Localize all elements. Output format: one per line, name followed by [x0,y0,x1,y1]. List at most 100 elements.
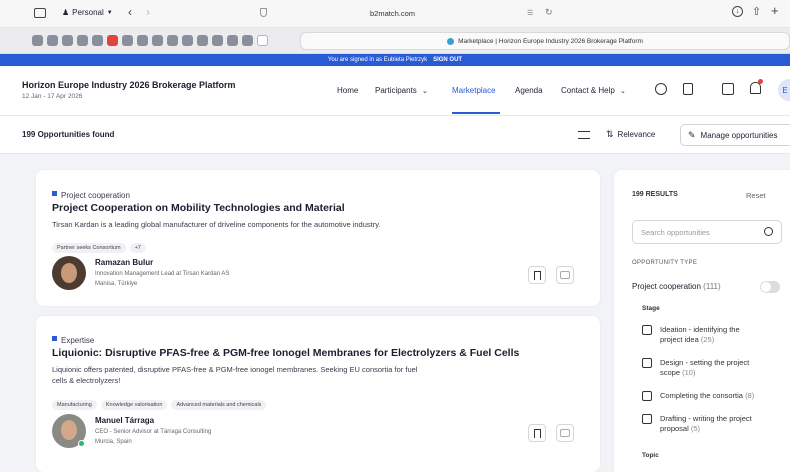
user-avatar[interactable]: E [778,79,790,101]
nav-active-underline [452,112,500,114]
opportunity-card[interactable]: Project cooperation Project Cooperation … [36,170,600,306]
search-placeholder: Search opportunities [641,228,710,237]
pinned-tab-icon[interactable] [32,35,43,46]
active-tab[interactable]: Marketplace | Horizon Europe Industry 20… [300,32,790,50]
manage-label: Manage opportunities [700,130,778,140]
pinned-tab-icon[interactable] [227,35,238,46]
stage-label-line1: Drafting - writing the project [660,414,752,423]
list-view-icon[interactable] [578,131,590,139]
nav-marketplace[interactable]: Marketplace [452,86,496,95]
translate-icon[interactable]: ☰ [527,9,533,17]
person-name[interactable]: Ramazan Bulur [95,258,153,267]
pinned-tab-icon[interactable] [167,35,178,46]
calendar-icon[interactable] [722,83,734,95]
topic-heading: Topic [642,452,659,459]
person-location: Murcia, Spain [95,439,132,445]
stage-option[interactable]: Completing the consortia (8) [642,391,787,401]
pinned-tab-icon[interactable] [242,35,253,46]
edit-icon: ✎ [688,129,696,140]
forward-icon[interactable]: › [146,5,150,19]
card-type-row: Expertise [52,330,94,348]
avatar-face [61,420,77,440]
reset-button[interactable]: Reset [746,191,766,200]
notification-badge [758,79,763,84]
bookmark-button[interactable] [528,266,546,284]
nav-contact-help-label: Contact & Help [561,86,615,95]
pinned-tab-icon[interactable] [47,35,58,46]
opportunity-card[interactable]: Expertise Liquionic: Disruptive PFAS-fre… [36,316,600,472]
manage-opportunities-button[interactable]: ✎ Manage opportunities [680,124,790,146]
chat-icon[interactable] [655,83,667,95]
sort-control[interactable]: ⇅ Relevance [606,129,655,140]
search-input[interactable]: Search opportunities [632,220,782,244]
card-description-line2: cells & electrolyzers! [52,376,121,385]
bookmark-icon [533,270,541,280]
tag-chip-more[interactable]: +7 [129,243,146,253]
stage-option[interactable]: Ideation - identifying the project idea (… [642,325,787,345]
opportunity-type-heading: OPPORTUNITY TYPE [632,260,698,266]
sidebar-toggle-icon[interactable] [34,8,46,18]
pinned-tab-icon[interactable] [257,35,268,46]
chevron-down-icon: ⌄ [620,88,626,95]
sign-out-link[interactable]: SIGN OUT [433,57,462,63]
profile-selector[interactable]: ♟ Personal ▼ [62,8,113,17]
tag-chip: Partner seeks Consortium [52,243,126,253]
back-icon[interactable]: ‹ [128,5,132,19]
nav-participants[interactable]: Participants ⌄ [375,86,428,95]
card-type: Expertise [61,336,95,345]
nav-home[interactable]: Home [337,86,358,95]
pinned-tab-icon[interactable] [152,35,163,46]
download-icon[interactable]: ↓ [732,6,743,17]
bookmark-button[interactable] [528,424,546,442]
type-marker [52,191,57,197]
event-title[interactable]: Horizon Europe Industry 2026 Brokerage P… [22,80,236,90]
pinned-tab-icon[interactable] [77,35,88,46]
avatar[interactable] [52,256,86,290]
share-icon[interactable]: ⇧ [752,5,761,18]
pinned-tab-icon[interactable] [122,35,133,46]
pinned-tab-icon[interactable] [92,35,103,46]
stage-checkbox[interactable] [642,358,652,368]
person-name[interactable]: Manuel Tárraga [95,416,154,425]
notes-icon[interactable] [683,83,693,95]
pinned-tab-icon[interactable] [62,35,73,46]
stage-checkbox[interactable] [642,414,652,424]
card-tags: Partner seeks Consortium +7 [52,236,150,254]
browser-toolbar: ♟ Personal ▼ ‹ › b2match.com ☰ ↻ ↓ ⇧ + [0,0,790,28]
stage-checkbox[interactable] [642,325,652,335]
nav-contact-help[interactable]: Contact & Help ⌄ [561,86,626,95]
type-marker [52,336,57,342]
stage-heading: Stage [642,305,660,312]
avatar-initial: E [782,85,788,95]
card-title[interactable]: Project Cooperation on Mobility Technolo… [52,202,345,214]
pinned-tab-icon[interactable] [212,35,223,46]
card-description-line1: Liquionic offers patented, disruptive PF… [52,365,418,374]
card-title[interactable]: Liquionic: Disruptive PFAS-free & PGM-fr… [52,347,519,359]
message-button[interactable] [556,266,574,284]
reload-icon[interactable]: ↻ [545,7,553,18]
stage-label-line1: Completing the consortia [660,391,743,400]
project-cooperation-toggle[interactable] [760,281,780,293]
nav-participants-label: Participants [375,86,417,95]
stage-option[interactable]: Design - setting the project scope (10) [642,358,787,378]
message-icon [560,271,570,279]
nav-agenda[interactable]: Agenda [515,86,543,95]
stage-option[interactable]: Drafting - writing the project proposal (… [642,414,787,434]
pinned-tab-icon[interactable] [107,35,118,46]
card-type-row: Project cooperation [52,185,130,203]
pinned-tab-icon[interactable] [137,35,148,46]
stage-checkbox[interactable] [642,391,652,401]
stage-label-line1: Ideation - identifying the [660,325,740,334]
pinned-tab-icon[interactable] [197,35,208,46]
project-cooperation-label: Project cooperation [632,282,701,291]
new-tab-icon[interactable]: + [771,3,779,18]
profile-icon: ♟ [62,8,70,17]
chevron-down-icon: ▼ [106,9,113,16]
shield-icon [260,8,267,17]
results-count: 199 Opportunities found [22,130,115,139]
profile-label: Personal [72,8,104,17]
message-button[interactable] [556,424,574,442]
address-bar[interactable]: b2match.com [370,9,415,18]
pinned-tab-icon[interactable] [182,35,193,46]
filter-panel: 199 RESULTS Reset Search opportunities O… [614,170,790,472]
